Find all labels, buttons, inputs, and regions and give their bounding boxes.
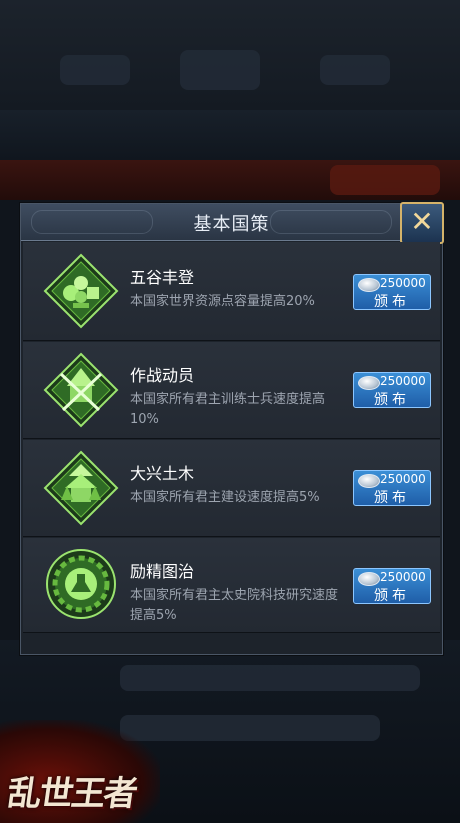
issue-button-label: 颁布: [374, 588, 410, 604]
battle-mobilization-icon: [43, 352, 119, 428]
issue-button-label: 颁布: [374, 392, 410, 408]
silver-icon: [358, 572, 380, 586]
construction-icon: [43, 450, 119, 526]
policy-description: 本国家所有君主太史院科技研究速度提高5%: [130, 588, 339, 623]
cost-value: 250000: [380, 570, 426, 584]
issue-button-label: 颁布: [374, 490, 410, 506]
game-logo: 乱世王者: [4, 774, 139, 814]
issue-button[interactable]: 250000 颁布: [353, 274, 431, 310]
issue-button[interactable]: 250000 颁布: [353, 470, 431, 506]
cost-value: 250000: [380, 374, 426, 388]
policy-description: 本国家所有君主训练士兵速度提高10%: [130, 392, 326, 427]
dialog-title: 基本国策: [193, 214, 270, 235]
policy-row: 五谷丰登 本国家世界资源点容量提高20% 250000 颁布: [23, 242, 440, 341]
policy-name: 作战动员: [130, 366, 195, 385]
close-button[interactable]: ✕: [400, 202, 444, 244]
silver-icon: [358, 278, 380, 292]
dialog-title-bar: 基本国策: [21, 204, 442, 241]
harvest-icon: [43, 253, 119, 329]
policy-row: 大兴土木 本国家所有君主建设速度提高5% 250000 颁布: [23, 440, 440, 537]
issue-button-label: 颁布: [374, 294, 410, 310]
cost-value: 250000: [380, 472, 426, 486]
policy-name: 励精图治: [130, 562, 195, 581]
issue-button[interactable]: 250000 颁布: [353, 372, 431, 408]
policy-row: 作战动员 本国家所有君主训练士兵速度提高10% 250000 颁布: [23, 342, 440, 439]
silver-icon: [358, 474, 380, 488]
policy-description: 本国家所有君主建设速度提高5%: [130, 490, 320, 505]
issue-button[interactable]: 250000 颁布: [353, 568, 431, 604]
close-icon: ✕: [410, 205, 434, 238]
silver-icon: [358, 376, 380, 390]
national-policy-dialog: 基本国策 ✕ 五谷丰登 本国家世界资源点容量提高20% 250000 颁布 作战…: [20, 202, 444, 655]
policy-name: 五谷丰登: [130, 268, 195, 287]
policy-description: 本国家世界资源点容量提高20%: [130, 294, 315, 309]
policy-row: 励精图治 本国家所有君主太史院科技研究速度提高5% 250000 颁布: [23, 538, 440, 633]
policy-name: 大兴土木: [130, 464, 195, 483]
research-icon: [43, 546, 119, 622]
cost-value: 250000: [380, 276, 426, 290]
